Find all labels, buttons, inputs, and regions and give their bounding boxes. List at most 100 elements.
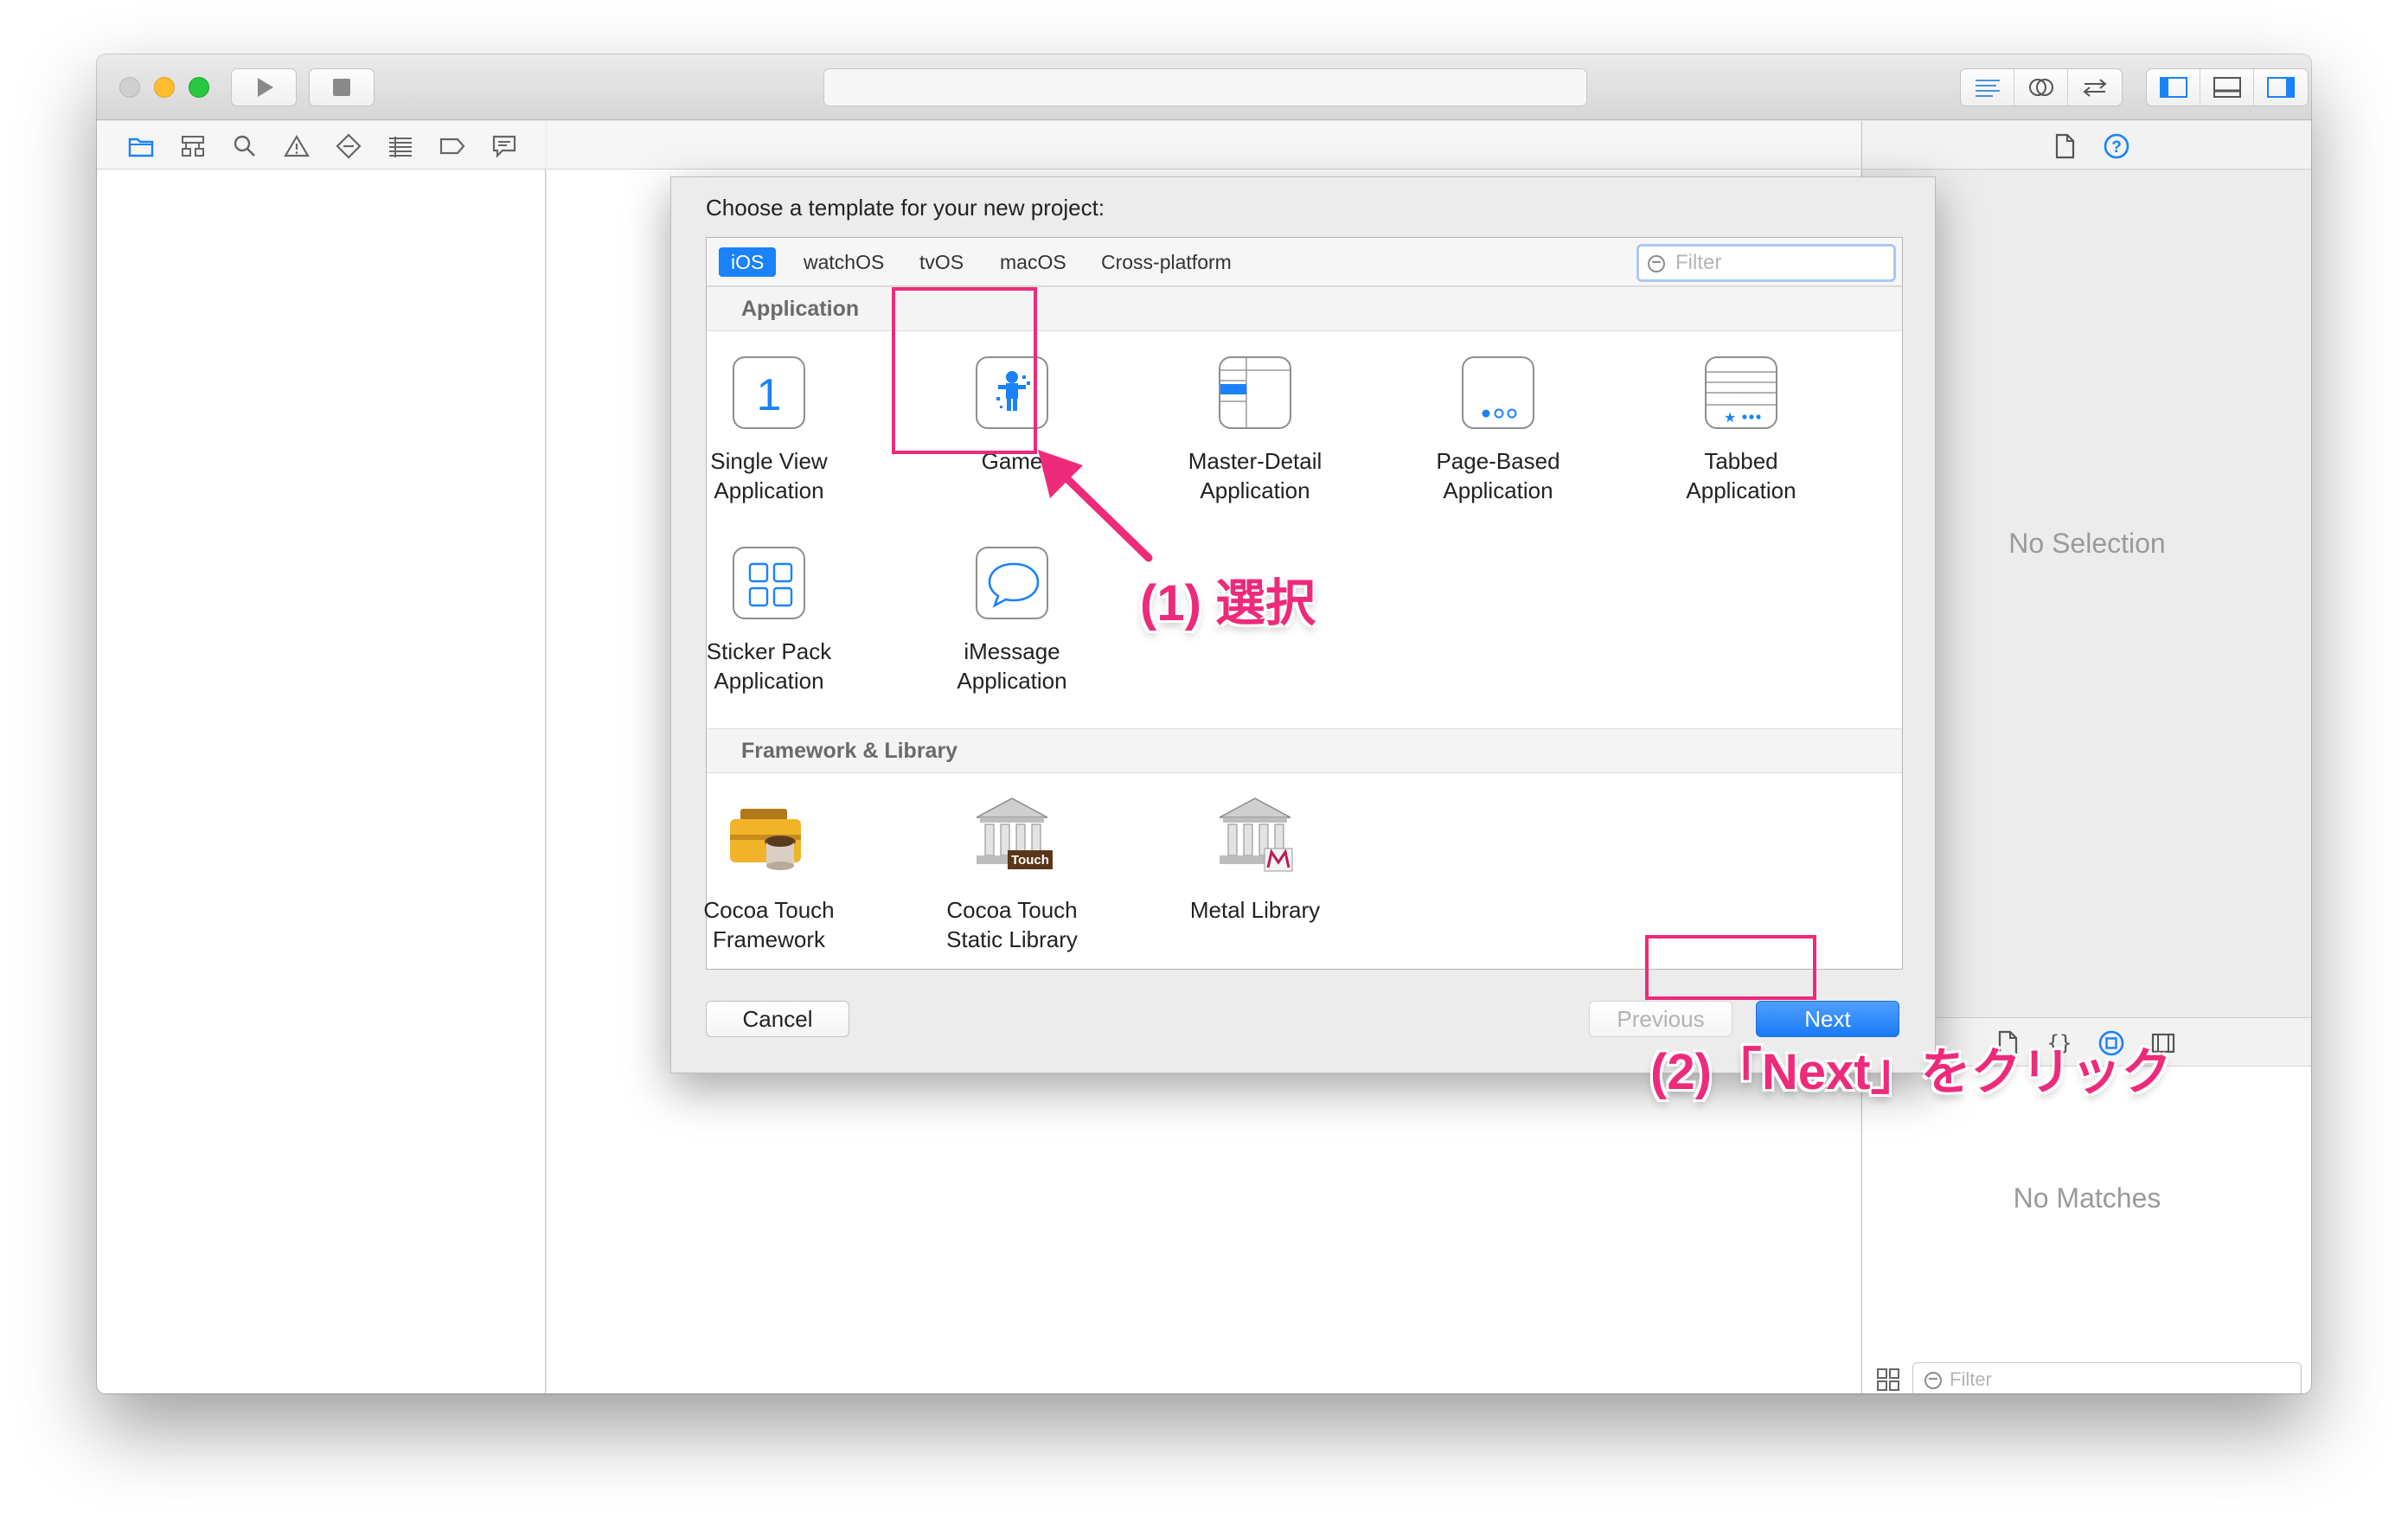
search-icon: [234, 135, 255, 157]
tab-ios[interactable]: iOS: [719, 247, 777, 277]
metal-library-icon: [1207, 791, 1303, 887]
version-editor-icon: [2083, 79, 2107, 97]
debug-icon: [389, 137, 412, 157]
template-sticker-pack[interactable]: Sticker Pack Application: [656, 547, 881, 695]
breakpoint-navigator-tab[interactable]: [439, 133, 465, 159]
tab-macos[interactable]: macOS: [988, 247, 1079, 277]
utilities-toggle-icon: [2267, 77, 2295, 98]
platform-tabs: iOS watchOS tvOS macOS Cross-platform Fi…: [707, 238, 1902, 286]
template-label: Metal Library: [1189, 897, 1321, 923]
debug-navigator-tab[interactable]: [387, 133, 413, 159]
file-icon: [2055, 133, 2075, 159]
zoom-window-button[interactable]: [189, 77, 209, 98]
library-building-icon: Touch: [964, 791, 1060, 887]
tab-watchos[interactable]: watchOS: [791, 247, 896, 277]
filter-icon: [1924, 1372, 1942, 1389]
inspector-selector-bar: ?: [1862, 121, 2311, 170]
sheet-title: Choose a template for your new project:: [706, 195, 1105, 221]
template-single-view[interactable]: 1 Single View Application: [656, 356, 881, 505]
tab-tvos[interactable]: tvOS: [907, 247, 976, 277]
game-highlight-box: [892, 287, 1037, 454]
xcode-window: ? No Selection {} No Matches Filter Choo…: [97, 54, 2311, 1393]
breakpoint-icon: [439, 138, 465, 155]
library-filter-field[interactable]: Filter: [1912, 1362, 2302, 1393]
navigator-pane: [97, 121, 546, 1393]
svg-text:1: 1: [757, 370, 782, 420]
svg-text:★: ★: [1724, 409, 1736, 426]
template-filter-placeholder: Filter: [1675, 251, 1722, 274]
test-icon: [336, 133, 362, 159]
standard-editor-icon: [1975, 80, 2000, 97]
toggle-navigator-button[interactable]: [2147, 69, 2200, 106]
master-detail-icon: [1219, 356, 1291, 429]
toggle-utilities-button[interactable]: [2254, 69, 2308, 106]
template-master-detail[interactable]: Master-Detail Application: [1143, 356, 1367, 505]
annotation-step2: (2)「Next」をクリック: [1650, 1044, 2172, 1100]
template-metal-library[interactable]: Metal Library: [1143, 791, 1367, 925]
stop-button[interactable]: [309, 68, 375, 106]
folder-icon: [128, 138, 154, 157]
template-cocoa-touch-static-library[interactable]: Touch Cocoa Touch Static Library: [900, 791, 1124, 954]
file-inspector-tab[interactable]: [2051, 132, 2078, 160]
hierarchy-icon: [182, 136, 204, 157]
debug-area-toggle-icon: [2213, 77, 2241, 98]
single-view-icon: 1: [733, 356, 805, 429]
toolbar: [97, 54, 2311, 120]
jump-bar: [547, 121, 1860, 170]
symbol-navigator-tab[interactable]: [180, 133, 206, 159]
svg-text:?: ?: [2111, 138, 2122, 157]
project-navigator-tab[interactable]: [128, 133, 154, 159]
template-cocoa-touch-framework[interactable]: Cocoa Touch Framework: [656, 791, 881, 954]
section-application: Application: [707, 286, 1902, 331]
template-tabbed[interactable]: ★ Tabbed Application: [1629, 356, 1854, 505]
toolbox-icon: [721, 791, 817, 887]
page-based-icon: [1462, 356, 1534, 429]
assistant-editor-icon: [2028, 79, 2053, 96]
find-navigator-tab[interactable]: [232, 133, 258, 159]
template-label: iMessage Application: [957, 638, 1067, 694]
section-framework-library: Framework & Library: [707, 728, 1902, 773]
stop-icon: [333, 79, 350, 96]
next-highlight-box: [1645, 935, 1816, 1000]
template-label: Page-Based Application: [1436, 448, 1560, 503]
activity-viewer: [823, 68, 1587, 106]
annotation-step1: (1) 選択: [1140, 575, 1316, 631]
quick-help-tab[interactable]: ?: [2103, 132, 2130, 160]
grid-view-icon[interactable]: [1876, 1368, 1900, 1392]
toggle-debug-area-button[interactable]: [2200, 69, 2254, 106]
touch-badge: Touch: [1011, 853, 1049, 868]
screenshot-root: ? No Selection {} No Matches Filter Choo…: [0, 0, 2408, 1531]
play-icon: [258, 78, 273, 97]
help-icon: ?: [2104, 133, 2129, 159]
no-matches-label: No Matches: [2013, 1182, 2161, 1214]
template-label: Tabbed Application: [1686, 448, 1796, 503]
test-navigator-tab[interactable]: [336, 133, 362, 159]
template-label: Sticker Pack Application: [706, 638, 832, 694]
issue-navigator-tab[interactable]: [284, 133, 310, 159]
editor-mode-control: [1960, 68, 2123, 106]
close-window-button[interactable]: [119, 77, 140, 98]
warning-icon: [284, 134, 310, 157]
template-page-based[interactable]: Page-Based Application: [1386, 356, 1611, 505]
filter-icon: [1648, 255, 1665, 272]
version-editor-button[interactable]: [2068, 69, 2122, 106]
navigator-selector-bar: [97, 121, 546, 170]
tabbed-icon: ★: [1705, 356, 1777, 429]
view-toggle-control: [2146, 68, 2309, 106]
assistant-editor-button[interactable]: [2014, 69, 2068, 106]
template-label: Cocoa Touch Static Library: [946, 897, 1078, 952]
report-icon: [492, 135, 516, 158]
sticker-pack-icon: [733, 547, 805, 619]
minimize-window-button[interactable]: [154, 77, 175, 98]
cancel-button[interactable]: Cancel: [706, 1001, 849, 1037]
standard-editor-button[interactable]: [1961, 69, 2014, 106]
library-filter-placeholder: Filter: [1950, 1368, 1992, 1390]
annotation-arrow-icon: [1038, 450, 1153, 562]
template-filter-field[interactable]: Filter: [1636, 244, 1896, 282]
template-label: Single View Application: [710, 448, 828, 503]
template-label: Master-Detail Application: [1188, 448, 1322, 503]
run-button[interactable]: [231, 68, 297, 106]
report-navigator-tab[interactable]: [491, 133, 517, 159]
template-label: Cocoa Touch Framework: [703, 897, 835, 952]
tab-cross-platform[interactable]: Cross-platform: [1089, 247, 1244, 277]
